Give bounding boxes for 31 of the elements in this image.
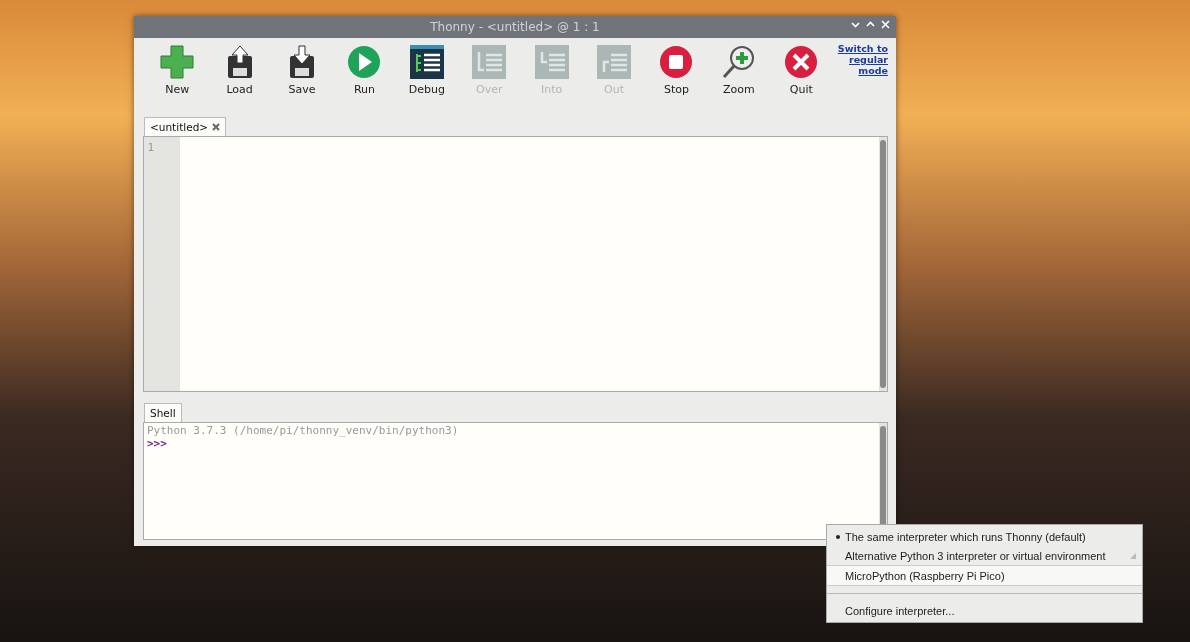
plus-icon [159,44,196,80]
toolbar-button[interactable]: Quit [770,44,833,96]
list-icon [596,44,633,80]
toolbar-button[interactable]: New [146,44,209,96]
stop-icon [658,44,695,80]
play-icon [346,44,383,80]
menu-item[interactable]: MicroPython (Raspberry Pi Pico) [827,565,1142,586]
magnifier-icon [720,44,757,80]
toolbar-button[interactable]: Load [208,44,271,96]
editor-tab[interactable]: <untitled> [144,117,227,136]
window-title: Thonny - <untitled> @ 1 : 1 [430,20,600,34]
toolbar-button[interactable]: Stop [645,44,708,96]
list-icon [533,44,570,80]
toolbar-button[interactable]: Save [270,44,334,96]
list-icon [408,44,445,80]
line-number: 1 [146,141,154,154]
shell-tab[interactable]: Shell [144,403,182,422]
scrollbar[interactable] [879,137,887,391]
shell-output: Python 3.7.3 (/home/pi/thonny_venv/bin/python3) [147,424,459,437]
menu-item[interactable]: Configure interpreter... [827,601,1142,620]
menu-item[interactable]: Alternative Python 3 interpreter or virtual environment [827,546,1142,565]
minimize-icon[interactable] [851,20,860,29]
toolbar-button[interactable]: Run [333,44,396,96]
maximize-icon[interactable] [866,20,875,29]
shell-prompt: >>> [147,437,167,450]
close-icon[interactable] [212,123,221,131]
close-icon [783,44,820,80]
toolbar-button[interactable]: Debug [395,44,459,96]
switch-mode-link[interactable]: Switch to regular mode [832,44,888,77]
list-icon [471,44,508,80]
toolbar-button[interactable]: Zoom [707,44,771,96]
